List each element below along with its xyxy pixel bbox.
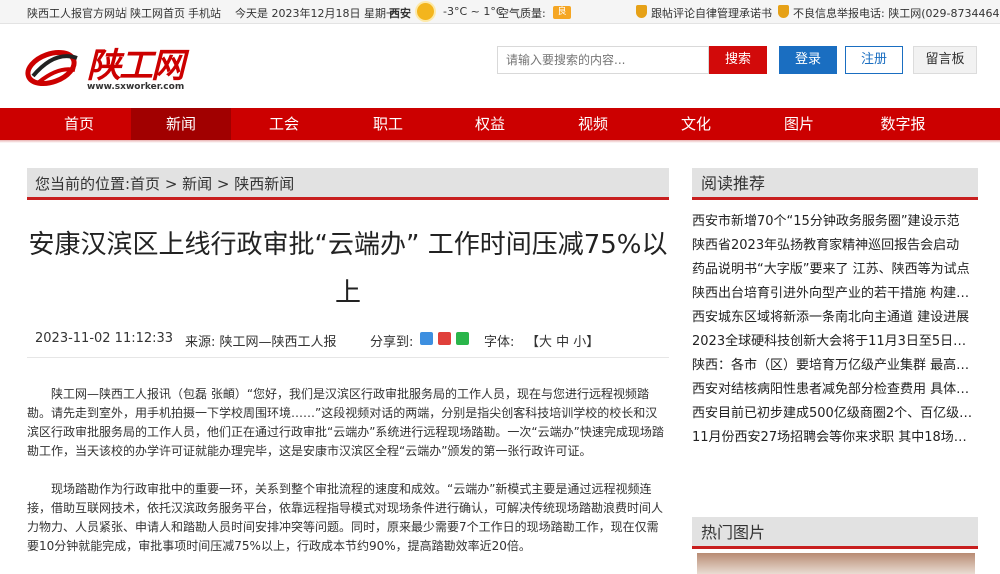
article-paragraph: 陕工网—陕西工人报讯（包磊 张頔）“您好，我们是汉滨区行政审批服务局的工作人员，… — [27, 387, 664, 458]
list-item[interactable]: 西安市新增70个“15分钟政务服务圈”建设示范 — [692, 210, 978, 234]
nav-item-home[interactable]: 首页 — [39, 108, 119, 140]
list-item[interactable]: 西安目前已初步建成500亿级商圈2个、百亿级商圈 — [692, 402, 978, 426]
nav-item-digital-paper[interactable]: 数字报 — [863, 108, 943, 140]
date-text: 今天是 2023年12月18日 星期一 — [235, 7, 397, 20]
list-item[interactable]: 2023全球硬科技创新大会将于11月3日至5日在西安 — [692, 330, 978, 354]
font-size-label: 字体: — [484, 335, 515, 350]
sunny-weather-icon — [417, 3, 434, 20]
share-label: 分享到: — [370, 335, 414, 350]
list-item[interactable]: 陕西省2023年弘扬教育家精神巡回报告会启动 — [692, 234, 978, 258]
share-qzone-icon[interactable] — [420, 332, 433, 345]
reading-recommend-heading: 阅读推荐 — [692, 168, 978, 200]
commitment-link[interactable]: 跟帖评论自律管理承诺书 — [651, 5, 772, 21]
list-item[interactable]: 陕西：各市（区）要培育万亿级产业集群 最高奖励 — [692, 354, 978, 378]
article-title: 安康汉滨区上线行政审批“云端办” 工作时间压减75%以上 — [28, 230, 668, 308]
nav-item-news[interactable]: 新闻 — [131, 108, 231, 140]
font-size-switcher[interactable]: 【大 中 小】 — [526, 331, 599, 350]
nav-item-union[interactable]: 工会 — [244, 108, 324, 140]
shield-icon — [636, 5, 647, 18]
share-weibo-icon[interactable] — [438, 332, 451, 345]
main-nav: 首页 新闻 工会 职工 权益 视频 文化 图片 数字报 — [0, 108, 1000, 140]
nav-item-workers[interactable]: 职工 — [348, 108, 428, 140]
hot-picture-thumbnail[interactable] — [697, 553, 975, 574]
share-wechat-icon[interactable] — [456, 332, 469, 345]
logo-domain: www.sxworker.com — [87, 82, 185, 92]
divider: | — [124, 5, 128, 18]
list-item[interactable]: 西安对结核病阳性患者减免部分检查费用 具体如下 — [692, 378, 978, 402]
article-source: 来源: 陕工网—陕西工人报 — [185, 335, 337, 350]
city-text: 西安 — [389, 7, 411, 20]
search-button[interactable]: 搜索 — [709, 46, 767, 74]
mobile-link[interactable]: 手机站 — [188, 5, 221, 21]
site-name-link[interactable]: 陕西工人报官方网站 — [27, 5, 126, 21]
list-item[interactable]: 陕西出台培育引进外向型产业的若干措施 构建开放 — [692, 282, 978, 306]
hot-pictures-heading: 热门图片 — [692, 517, 978, 549]
home-link[interactable]: 陕工网首页 — [130, 5, 185, 21]
top-utility-bar: 陕西工人报官方网站 | 陕工网首页 手机站 今天是 2023年12月18日 星期… — [0, 0, 1000, 24]
air-quality-badge: 良 — [553, 6, 571, 19]
nav-item-rights[interactable]: 权益 — [450, 108, 530, 140]
search-input[interactable] — [497, 46, 709, 74]
article-datetime: 2023-11-02 11:12:33 — [35, 331, 174, 346]
list-item[interactable]: 11月份西安27场招聘会等你来求职 其中18场网络 — [692, 426, 978, 450]
nav-item-video[interactable]: 视频 — [553, 108, 633, 140]
logo-text: 陕工网 — [87, 46, 185, 86]
list-item[interactable]: 药品说明书“大字版”要来了 江苏、陕西等为试点 — [692, 258, 978, 282]
breadcrumb: 您当前的位置:首页 > 新闻 > 陕西新闻 — [27, 168, 669, 200]
site-logo[interactable]: 陕工网 www.sxworker.com — [25, 36, 185, 98]
reading-recommend-list: 西安市新增70个“15分钟政务服务圈”建设示范 陕西省2023年弘扬教育家精神巡… — [692, 210, 978, 450]
nav-item-pictures[interactable]: 图片 — [759, 108, 839, 140]
message-board-button[interactable]: 留言板 — [913, 46, 977, 74]
temperature-text: -3°C ~ 1°C — [443, 5, 504, 18]
register-button[interactable]: 注册 — [845, 46, 903, 74]
nav-shadow — [0, 140, 1000, 143]
report-phone-text: 不良信息举报电话: 陕工网(029-87344649) — [793, 7, 1000, 20]
meta-divider — [27, 357, 669, 358]
air-quality-label: 空气质量: — [498, 7, 546, 20]
list-item[interactable]: 西安城东区域将新添一条南北向主通道 建设进展 — [692, 306, 978, 330]
article-paragraph: 现场踏勘作为行政审批中的重要一环，关系到整个审批流程的速度和成效。“云端办”新模… — [27, 482, 664, 553]
shield-icon — [778, 5, 789, 18]
nav-item-culture[interactable]: 文化 — [656, 108, 736, 140]
login-button[interactable]: 登录 — [779, 46, 837, 74]
